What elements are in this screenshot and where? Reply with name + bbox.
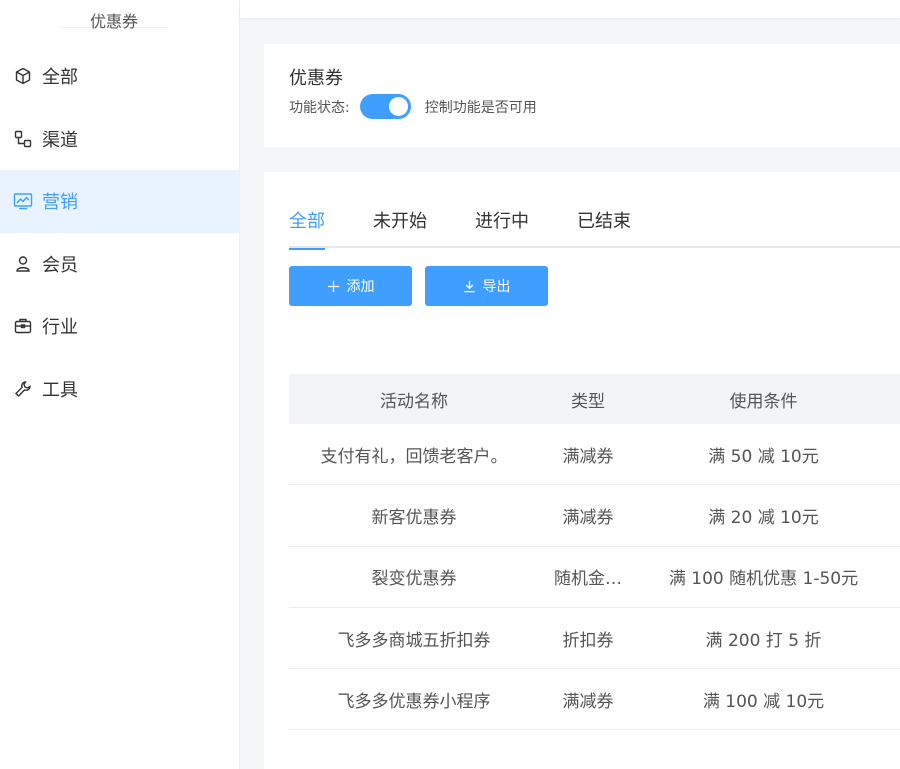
sidebar-title: 优惠券 <box>60 8 168 31</box>
add-button[interactable]: 添加 <box>289 266 412 306</box>
tab-ended[interactable]: 已结束 <box>577 208 631 248</box>
cell-type: 折扣券 <box>562 630 614 651</box>
cell-activity-name: 新客优惠券 <box>371 507 457 528</box>
cell-activity-name: 支付有礼，回馈老客户。 <box>320 446 508 467</box>
tab-in-progress[interactable]: 进行中 <box>475 208 529 248</box>
coupon-table: 活动名称 类型 使用条件 支付有礼，回馈老客户。 满减券 满 50 减 10元 … <box>289 374 900 731</box>
feature-title: 优惠券 <box>289 68 343 89</box>
sidebar-item-label: 行业 <box>42 317 78 339</box>
user-icon <box>13 254 33 274</box>
cell-activity-name: 飞多多商城五折扣券 <box>337 630 491 651</box>
cell-activity-name: 飞多多优惠券小程序 <box>337 691 491 712</box>
table-header: 活动名称 类型 使用条件 <box>289 374 900 424</box>
table-row[interactable]: 飞多多商城五折扣券 折扣券 满 200 打 5 折 <box>289 608 900 670</box>
sidebar: 优惠券 全部 渠道 营销 会员 行业 工具 <box>0 0 240 769</box>
table-row[interactable]: 支付有礼，回馈老客户。 满减券 满 50 减 10元 <box>289 424 900 486</box>
wrench-icon <box>13 379 33 399</box>
cell-type: 满减券 <box>562 507 614 528</box>
cell-activity-name: 裂变优惠券 <box>371 569 457 590</box>
cell-type: 随机金… <box>554 569 622 590</box>
sidebar-item-label: 全部 <box>42 67 78 89</box>
download-icon <box>463 280 476 293</box>
cell-condition: 满 200 打 5 折 <box>705 630 822 651</box>
cell-type: 满减券 <box>562 691 614 712</box>
feature-card: 优惠券 功能状态: 控制功能是否可用 <box>264 44 900 147</box>
channel-icon <box>13 129 33 149</box>
header-type: 类型 <box>571 391 605 412</box>
cell-type: 满减券 <box>562 446 614 467</box>
table-row[interactable]: 裂变优惠券 随机金… 满 100 随机优惠 1-50元 <box>289 547 900 608</box>
sidebar-item-label: 工具 <box>42 379 78 401</box>
add-button-label: 添加 <box>346 279 375 295</box>
plus-icon <box>327 280 340 293</box>
briefcase-icon <box>13 316 33 336</box>
sidebar-item-marketing[interactable]: 营销 <box>0 170 240 233</box>
export-button-label: 导出 <box>482 279 511 295</box>
sidebar-item-all[interactable]: 全部 <box>0 45 240 108</box>
status-tabs: 全部 未开始 进行中 已结束 <box>289 208 900 250</box>
cell-condition: 满 20 减 10元 <box>708 507 819 528</box>
cell-condition: 满 100 随机优惠 1-50元 <box>668 569 859 590</box>
table-row[interactable]: 飞多多优惠券小程序 满减券 满 100 减 10元 <box>289 669 900 731</box>
cell-condition: 满 100 减 10元 <box>702 691 825 712</box>
header-activity-name: 活动名称 <box>380 391 448 412</box>
sidebar-item-label: 营销 <box>42 192 78 214</box>
cell-condition: 满 50 减 10元 <box>708 446 819 467</box>
feature-status-row: 功能状态: 控制功能是否可用 <box>289 94 537 119</box>
header-condition: 使用条件 <box>729 391 798 412</box>
tab-not-started[interactable]: 未开始 <box>373 208 427 248</box>
chart-line-icon <box>13 191 33 211</box>
status-label: 功能状态: <box>289 99 350 116</box>
sidebar-item-tools[interactable]: 工具 <box>0 358 240 421</box>
cube-icon <box>13 66 33 86</box>
feature-toggle[interactable] <box>359 94 411 119</box>
status-description: 控制功能是否可用 <box>424 99 537 116</box>
sidebar-item-label: 渠道 <box>42 129 78 151</box>
sidebar-item-member[interactable]: 会员 <box>0 233 240 296</box>
toggle-knob <box>388 97 408 116</box>
top-bar <box>240 0 900 18</box>
export-button[interactable]: 导出 <box>425 266 548 306</box>
sidebar-item-label: 会员 <box>42 254 78 276</box>
coupon-list-card: 全部 未开始 进行中 已结束 添加 导出 活动名称 类型 使用条件 支付有礼，回… <box>264 172 900 769</box>
sidebar-item-channel[interactable]: 渠道 <box>0 108 240 171</box>
table-row[interactable]: 新客优惠券 满减券 满 20 减 10元 <box>289 485 900 547</box>
tab-all[interactable]: 全部 <box>289 208 325 250</box>
sidebar-item-industry[interactable]: 行业 <box>0 295 240 358</box>
sidebar-menu: 全部 渠道 营销 会员 行业 工具 <box>0 45 240 420</box>
